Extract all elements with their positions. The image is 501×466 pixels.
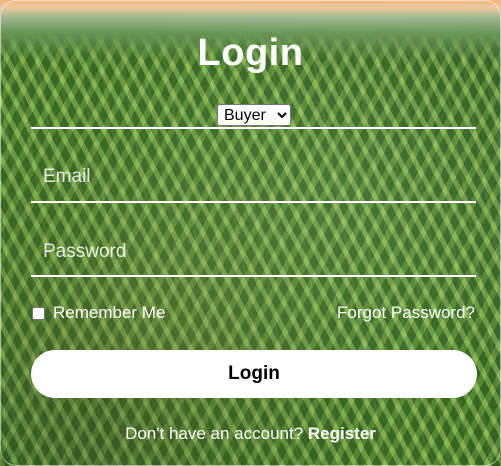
role-select[interactable]: Buyer [217, 104, 291, 126]
forgot-password-link[interactable]: Forgot Password? [337, 303, 475, 323]
login-card: Login Buyer Remember Me Forgot Password?… [0, 0, 501, 466]
password-input[interactable] [43, 238, 473, 266]
password-underline [31, 275, 476, 277]
login-button[interactable]: Login [31, 350, 477, 398]
email-underline [31, 201, 476, 203]
divider-line [31, 127, 476, 129]
remember-me[interactable]: Remember Me [32, 303, 165, 323]
remember-me-label: Remember Me [53, 303, 166, 322]
register-prompt: Don't have an account? [125, 424, 304, 443]
register-row: Don't have an account? Register [1, 424, 500, 444]
remember-me-checkbox[interactable] [32, 306, 45, 320]
login-title: Login [197, 32, 304, 74]
register-link[interactable]: Register [308, 424, 376, 443]
email-input[interactable] [43, 163, 473, 191]
